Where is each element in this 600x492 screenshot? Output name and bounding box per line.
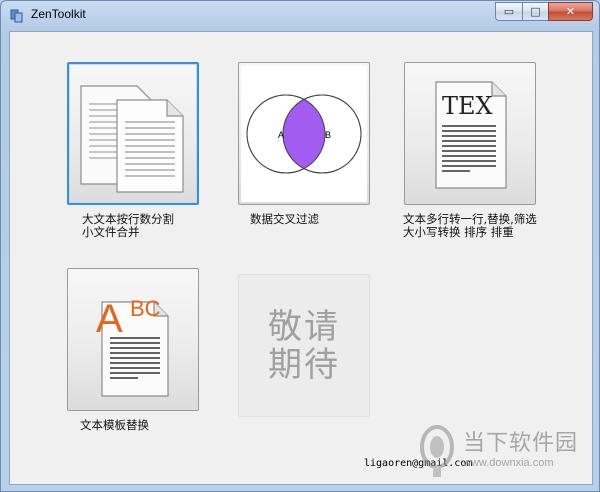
coming-soon-line: 期待 [268,344,340,385]
text-transform-tool-button[interactable]: TEX [404,62,536,205]
abc-letters-bc: BC [130,296,161,321]
maximize-button[interactable]: □ [522,2,548,21]
documents-icon [80,84,184,193]
label-line: 数据交叉过滤 [250,212,319,226]
label-line: 大小写转换 排序 排重 [403,225,514,239]
coming-soon-line: 敬请 [268,306,340,347]
watermark-text: 当下软件园 [463,431,579,456]
set-b-label: B [325,130,331,140]
text-transform-tool-label: 文本多行转一行,替换,筛选 大小写转换 排序 排重 [403,213,537,239]
title-bar[interactable]: ZenToolkit ▭ □ ✕ [1,1,599,29]
app-icon [10,9,23,23]
watermark-url: www.downxia.com [463,457,554,469]
minimize-icon: ▭ [503,5,515,18]
minimize-button[interactable]: ▭ [495,2,522,21]
tex-logo-text: TEX [442,92,493,120]
window-title: ZenToolkit [31,7,86,21]
label-line: 小文件合并 [82,225,140,239]
split-merge-tool-button[interactable] [67,62,199,205]
cross-filter-tool-label: 数据交叉过滤 [250,213,319,226]
window-controls: ▭ □ ✕ [495,2,593,21]
label-line: 文本模板替换 [80,418,149,432]
split-merge-tool-label: 大文本按行数分割 小文件合并 [82,213,174,239]
close-icon: ✕ [565,5,576,18]
tex-document-icon: TEX [435,80,507,189]
template-replace-tool-button[interactable]: A BC [67,268,199,411]
coming-soon-text: 敬请 期待 [268,308,340,384]
app-window: ZenToolkit ▭ □ ✕ 大文本按行数分割 小文件合并 A B 数据交叉… [0,0,600,492]
abc-template-icon: A BC [96,296,169,397]
coming-soon-tile: 敬请 期待 [238,274,370,417]
template-replace-tool-label: 文本模板替换 [80,419,149,432]
venn-diagram-icon: A B [241,65,367,202]
client-area: 大文本按行数分割 小文件合并 A B 数据交叉过滤 TEX 文本多行转一行,替换… [9,31,593,485]
cross-filter-tool-button[interactable]: A B [238,62,370,205]
abc-letter-a: A [96,297,123,341]
watermark-logo [420,425,454,477]
set-a-label: A [278,130,284,140]
close-button[interactable]: ✕ [548,2,593,21]
maximize-icon: □ [530,5,541,18]
